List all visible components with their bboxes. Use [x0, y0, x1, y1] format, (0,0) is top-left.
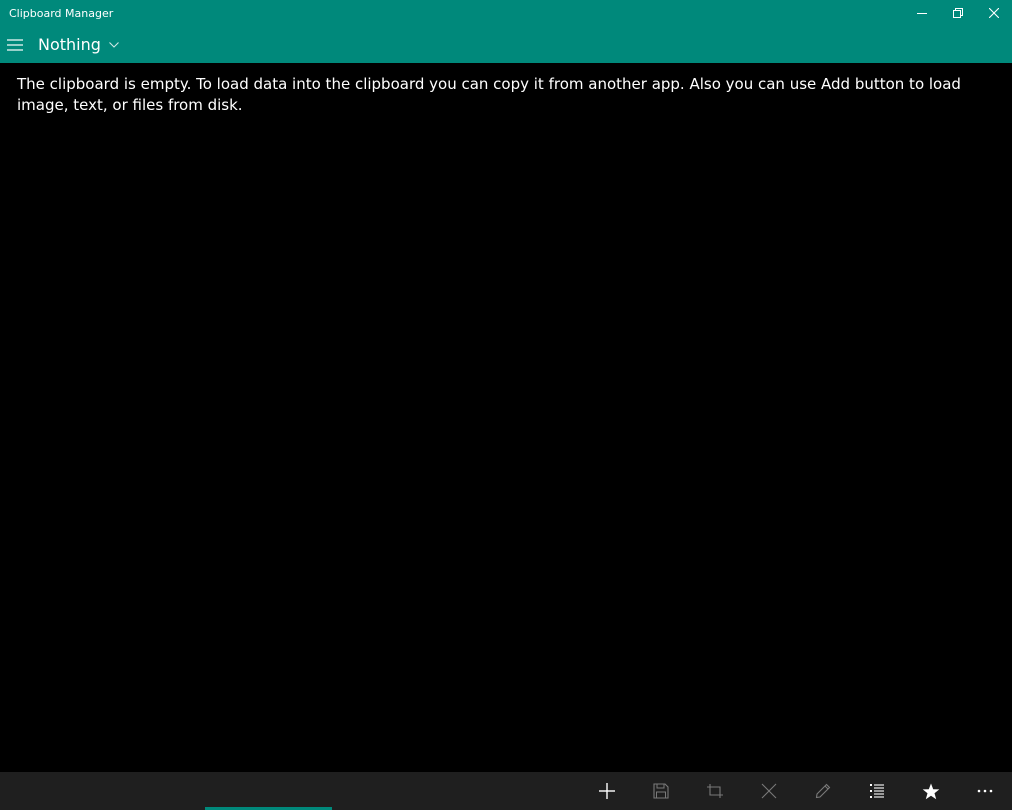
command-bar [0, 772, 1012, 810]
filter-dropdown-label: Nothing [38, 35, 101, 54]
crop-button[interactable] [688, 772, 742, 810]
minimize-button[interactable] [904, 0, 940, 26]
window-controls [904, 0, 1012, 26]
favorite-star-icon [922, 783, 940, 799]
close-button[interactable] [976, 0, 1012, 26]
save-icon [653, 783, 669, 799]
chevron-down-icon [109, 41, 119, 48]
list-icon [870, 784, 884, 798]
more-button[interactable] [958, 772, 1012, 810]
filter-dropdown[interactable]: Nothing [38, 26, 119, 63]
more-icon [977, 789, 993, 793]
restore-icon [953, 8, 963, 18]
empty-clipboard-message: The clipboard is empty. To load data int… [17, 75, 961, 114]
clear-icon [761, 783, 777, 799]
clipboard-content-area: The clipboard is empty. To load data int… [0, 63, 1012, 772]
add-icon [599, 783, 615, 799]
edit-button[interactable] [796, 772, 850, 810]
hamburger-menu-icon [6, 38, 23, 51]
minimize-icon [917, 13, 927, 14]
window-title: Clipboard Manager [9, 6, 114, 20]
clear-button[interactable] [742, 772, 796, 810]
add-button[interactable] [580, 772, 634, 810]
command-bar-buttons [580, 772, 1012, 810]
header-bar: Nothing [0, 26, 1012, 63]
restore-button[interactable] [940, 0, 976, 26]
hamburger-menu-button[interactable] [0, 26, 29, 63]
save-button[interactable] [634, 772, 688, 810]
favorite-button[interactable] [904, 772, 958, 810]
crop-icon [707, 784, 723, 798]
title-bar: Clipboard Manager [0, 0, 1012, 26]
list-button[interactable] [850, 772, 904, 810]
edit-icon [815, 783, 831, 799]
close-icon [989, 8, 999, 18]
